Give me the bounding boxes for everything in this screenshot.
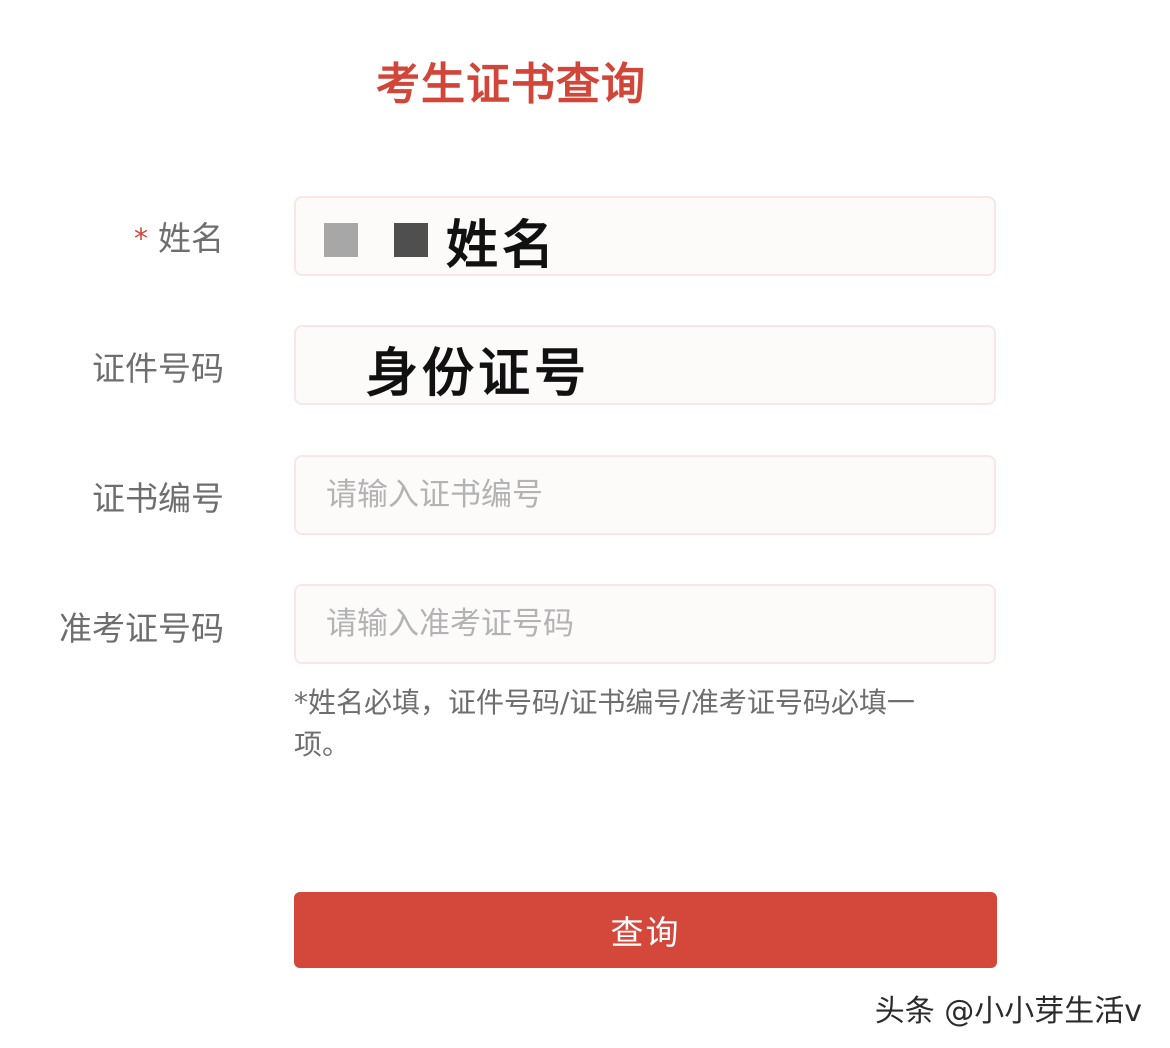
required-star: * [134,222,148,255]
id-number-field[interactable] [294,325,996,405]
watermark: 头条 @小小芽生活v [874,994,1142,1029]
name-field[interactable] [294,196,996,276]
exam-number-label: 准考证号码 [59,609,224,648]
name-label-text: 姓名 [158,219,224,258]
id-number-label: 证件号码 [92,349,224,388]
form-hint: *姓名必填，证件号码/证书编号/准考证号码必填一项。 [294,686,915,761]
name-label: * 姓名 [134,212,224,260]
page-title: 考生证书查询 [376,59,646,110]
cert-number-label: 证书编号 [92,479,224,518]
cert-number-input[interactable] [294,455,996,535]
query-button[interactable]: 查询 [294,892,997,968]
exam-number-input[interactable] [294,584,996,664]
